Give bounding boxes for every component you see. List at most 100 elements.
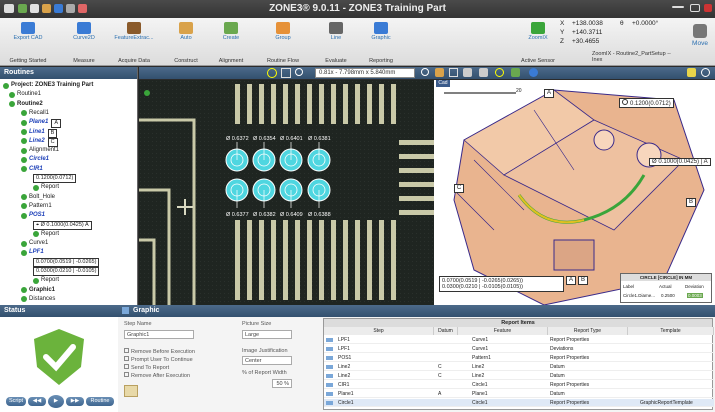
x-readout: +138.0038	[572, 20, 603, 27]
camera-view[interactable]: Ø 0.6372 Ø 0.6354 Ø 0.6401 Ø 0.6381 Ø 0.6377…	[139, 80, 434, 305]
measured-hole[interactable]: Ø 0.6381	[307, 136, 331, 172]
tree-item[interactable]: Graphic1	[21, 286, 55, 295]
step-icon	[326, 392, 333, 396]
view-settings-icon[interactable]	[701, 68, 710, 77]
tree-item[interactable]: POS1	[21, 211, 45, 220]
target-icon[interactable]	[495, 68, 504, 77]
report-width-field[interactable]: 50 %	[272, 379, 292, 388]
minimize-icon[interactable]	[672, 6, 684, 8]
forward-button[interactable]: ▶▶	[66, 397, 84, 406]
ribbon-group-button[interactable]: Group Routine Flow	[257, 20, 309, 64]
opt-remove-after[interactable]: Remove After Execution	[124, 372, 190, 379]
pcb-trace	[235, 220, 240, 300]
ribbon-graphic-button[interactable]: Graphic Reporting	[355, 20, 407, 64]
cad-view[interactable]: Cad 20 A 0.1200(0.0712) Ø 0.1000(0.0425)…	[434, 80, 715, 305]
status-check-icon	[21, 147, 27, 154]
table-row[interactable]: POS1 Pattern1 Report Properties	[324, 354, 714, 362]
light-icon[interactable]	[435, 68, 444, 77]
table-row[interactable]: Line2 C Line2 Datum	[324, 363, 714, 371]
z-readout: +30.4655	[572, 38, 600, 45]
ribbon-curve2d-button[interactable]: Curve2D Measure	[58, 20, 110, 64]
measure-icon[interactable]	[463, 68, 472, 77]
tree-item[interactable]: Recall1	[21, 109, 49, 118]
status-check-icon	[21, 240, 27, 247]
ribbon-feature-extract-button[interactable]: FeatureExtrac... Acquire Data	[108, 20, 160, 64]
opt-remove-before[interactable]: Remove Before Execution	[124, 348, 195, 355]
fcf-ref-b: B	[578, 276, 588, 285]
tree-item[interactable]: Bolt_Hole	[21, 193, 55, 202]
table-row[interactable]: CIR1 Circle1 Report Properties	[324, 381, 714, 389]
tree-item[interactable]: Distances	[21, 295, 55, 304]
pcb-trace	[319, 220, 324, 300]
tree-item[interactable]: Report	[33, 276, 59, 285]
status-check-icon	[33, 231, 39, 238]
table-row[interactable]: LPF1 Curve1 Report Properties	[324, 336, 714, 344]
justification-select[interactable]: Center	[242, 356, 292, 365]
create-icon	[224, 22, 238, 34]
table-cell: LPF1	[338, 346, 350, 352]
table-row[interactable]: Plane1 A Plane1 Datum	[324, 390, 714, 398]
sphere-icon[interactable]	[529, 68, 538, 77]
tree-item[interactable]: Pattern1	[21, 202, 52, 211]
pin-icon[interactable]	[687, 68, 696, 77]
grid-icon[interactable]	[449, 68, 458, 77]
fit-icon[interactable]	[267, 68, 277, 78]
ribbon-button-label: Graphic	[371, 35, 391, 41]
tree-item[interactable]: 0.1200(0.0712)	[33, 174, 77, 183]
tree-item[interactable]: ⌖ Ø 0.1000(0.0425) A	[33, 220, 92, 230]
tree-item[interactable]: Line1 B	[21, 128, 58, 138]
justification-label: Image Justification	[242, 348, 288, 354]
tree-item[interactable]: CIR1	[21, 165, 43, 174]
zoom-icon[interactable]	[295, 68, 303, 76]
col-template: Template	[628, 327, 714, 335]
zoom-readout[interactable]: 0.81x - 7.798mm x 5.840mm	[315, 68, 415, 78]
tree-item[interactable]: 0.0700(0.0519 | -0.0265)	[33, 257, 100, 267]
tree-item[interactable]: Routine2	[9, 100, 43, 109]
routine-button[interactable]: Routine	[86, 397, 114, 406]
play-button[interactable]: ▶	[48, 395, 64, 408]
ribbon-zoom-button[interactable]: ZoomIX Active Sensor	[512, 20, 564, 64]
tree-item[interactable]: Circle1	[21, 155, 49, 164]
maximize-icon[interactable]	[690, 4, 700, 12]
step-icon	[326, 401, 333, 405]
measured-hole[interactable]: Ø 0.6354	[252, 136, 276, 172]
table-row[interactable]: LPF1 Curve1 Deviations	[324, 345, 714, 353]
opt-prompt-user[interactable]: Prompt User To Continue	[124, 356, 193, 363]
tree-item[interactable]: Report	[33, 230, 59, 239]
pcb-trace	[379, 84, 384, 124]
measured-hole[interactable]: Ø 0.6372	[225, 136, 249, 172]
routine-tree: Project: ZONE3 Training Part Routine1 Rout…	[0, 81, 138, 305]
opt-send-to-report[interactable]: Send To Report	[124, 364, 169, 371]
probe-icon[interactable]	[511, 68, 520, 77]
rewind-button[interactable]: ◀◀	[28, 397, 46, 406]
close-icon[interactable]	[704, 4, 712, 12]
tree-item[interactable]: Plane1 A	[21, 118, 62, 129]
step-name-field[interactable]: Graphic1	[124, 330, 194, 339]
measured-hole[interactable]: Ø 0.6401	[279, 136, 303, 172]
tree-item[interactable]: Alignment1	[21, 146, 59, 155]
crosshair-icon[interactable]	[281, 68, 291, 78]
camera-image: Ø 0.6372 Ø 0.6354 Ø 0.6401 Ø 0.6381 Ø 0.6377…	[139, 80, 434, 305]
hole-diameter-label: Ø 0.6354	[253, 136, 276, 142]
filter-icon[interactable]	[479, 68, 488, 77]
tree-item[interactable]: Curve1	[21, 239, 48, 248]
ribbon-export-cad-button[interactable]: Export CAD Getting Started	[2, 20, 54, 64]
tree-item[interactable]: 0.0300(0.0210 | -0.0105)	[33, 267, 100, 276]
script-button[interactable]: Script	[6, 397, 26, 406]
tree-fcf-label: 0.0700(0.0519 | -0.0265)	[33, 257, 100, 267]
ribbon-create-button[interactable]: Create Alignment	[205, 20, 257, 64]
fcf-ref-a: A	[566, 276, 576, 285]
picture-size-select[interactable]: Large	[242, 330, 292, 339]
tree-item[interactable]: Project: ZONE3 Training Part	[3, 81, 93, 90]
move-button[interactable]: Move	[687, 20, 713, 60]
tree-item[interactable]: LPF1	[21, 248, 44, 257]
window-title: ZONE3® 9.0.11 - ZONE3 Training Part	[269, 3, 446, 14]
table-row[interactable]: Circle1 Circle1 Report Properties GraphicRe…	[324, 399, 714, 407]
image-thumbnail-icon[interactable]	[124, 385, 138, 397]
tree-item[interactable]: Report	[33, 183, 59, 192]
table-row[interactable]: Line2 C Line2 Datum	[324, 372, 714, 380]
zoom-in-icon[interactable]	[421, 68, 429, 76]
tree-item[interactable]: Routine1	[9, 90, 41, 99]
tree-item[interactable]: Line2 C	[21, 137, 58, 147]
pcb-trace	[355, 220, 360, 300]
